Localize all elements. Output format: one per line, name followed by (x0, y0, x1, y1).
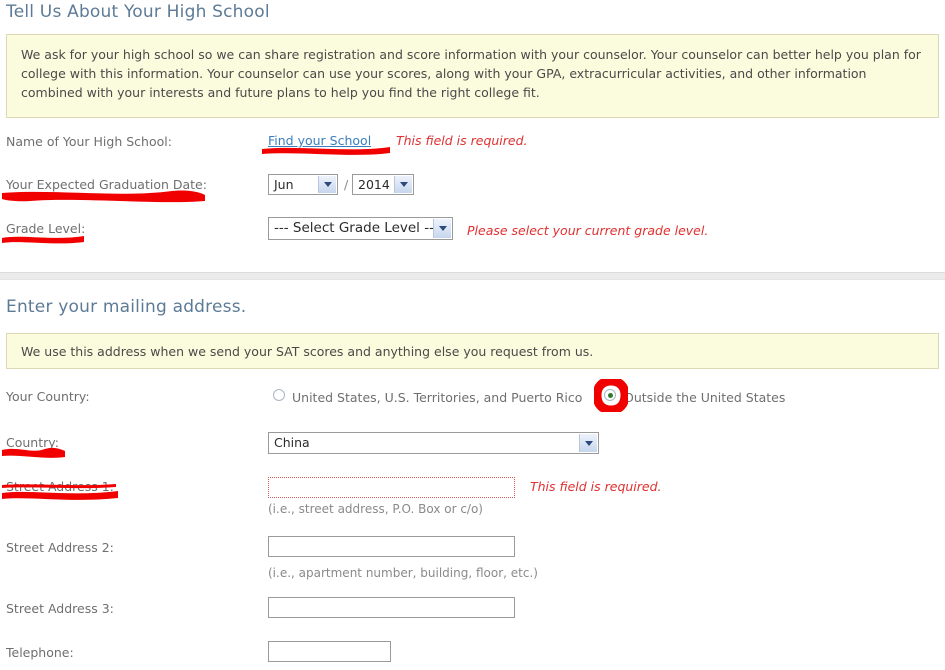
street-address-1-input[interactable] (268, 477, 515, 498)
country-value: China (274, 435, 310, 450)
school-name-label: Name of Your High School: (6, 134, 172, 149)
radio-outside-united-states-label: Outside the United States (624, 390, 786, 405)
high-school-info-note: We ask for your high school so we can sh… (6, 34, 939, 118)
school-name-error-message: This field is required. (396, 133, 528, 148)
radio-united-states[interactable] (273, 389, 285, 401)
street-address-1-label: Street Address 1: (6, 479, 114, 494)
telephone-input[interactable] (268, 641, 391, 662)
chevron-down-icon[interactable] (579, 434, 597, 452)
telephone-label: Telephone: (6, 645, 74, 660)
country-select[interactable]: China (268, 432, 599, 454)
address-info-note: We use this address when we send your SA… (6, 333, 939, 369)
grade-level-error-message: Please select your current grade level. (467, 223, 709, 238)
chevron-down-icon[interactable] (433, 219, 451, 238)
radio-outside-united-states[interactable] (604, 389, 616, 401)
graduation-year-select[interactable]: 2014 (352, 174, 414, 195)
grade-level-select[interactable]: --- Select Grade Level -- (268, 217, 453, 240)
high-school-note-text: We ask for your high school so we can sh… (21, 47, 921, 100)
street-address-3-label: Street Address 3: (6, 601, 114, 616)
address-note-text: We use this address when we send your SA… (21, 344, 594, 359)
grade-level-label: Grade Level: (6, 221, 86, 236)
street-address-2-label: Street Address 2: (6, 540, 114, 555)
street-address-2-input[interactable] (268, 536, 515, 557)
high-school-section-title: Tell Us About Your High School (6, 2, 270, 22)
street-address-1-hint: (i.e., street address, P.O. Box or c/o) (268, 502, 483, 516)
country-label: Country: (6, 435, 59, 450)
street-address-3-input[interactable] (268, 597, 515, 618)
graduation-year-value: 2014 (358, 177, 390, 192)
street-address-2-hint: (i.e., apartment number, building, floor… (268, 566, 538, 580)
graduation-date-separator: / (344, 177, 349, 192)
street-address-1-error-message: This field is required. (530, 479, 662, 494)
radio-united-states-label: United States, U.S. Territories, and Pue… (292, 390, 583, 405)
chevron-down-icon[interactable] (394, 176, 412, 193)
your-country-label: Your Country: (6, 389, 90, 404)
find-your-school-link[interactable]: Find your School (268, 133, 371, 148)
chevron-down-icon[interactable] (318, 176, 336, 193)
graduation-month-select[interactable]: Jun (268, 174, 338, 195)
section-divider (0, 272, 945, 280)
address-section-title: Enter your mailing address. (6, 297, 247, 317)
graduation-month-value: Jun (274, 177, 294, 192)
grade-level-value: --- Select Grade Level -- (274, 220, 434, 236)
graduation-date-label: Your Expected Graduation Date: (6, 177, 207, 192)
